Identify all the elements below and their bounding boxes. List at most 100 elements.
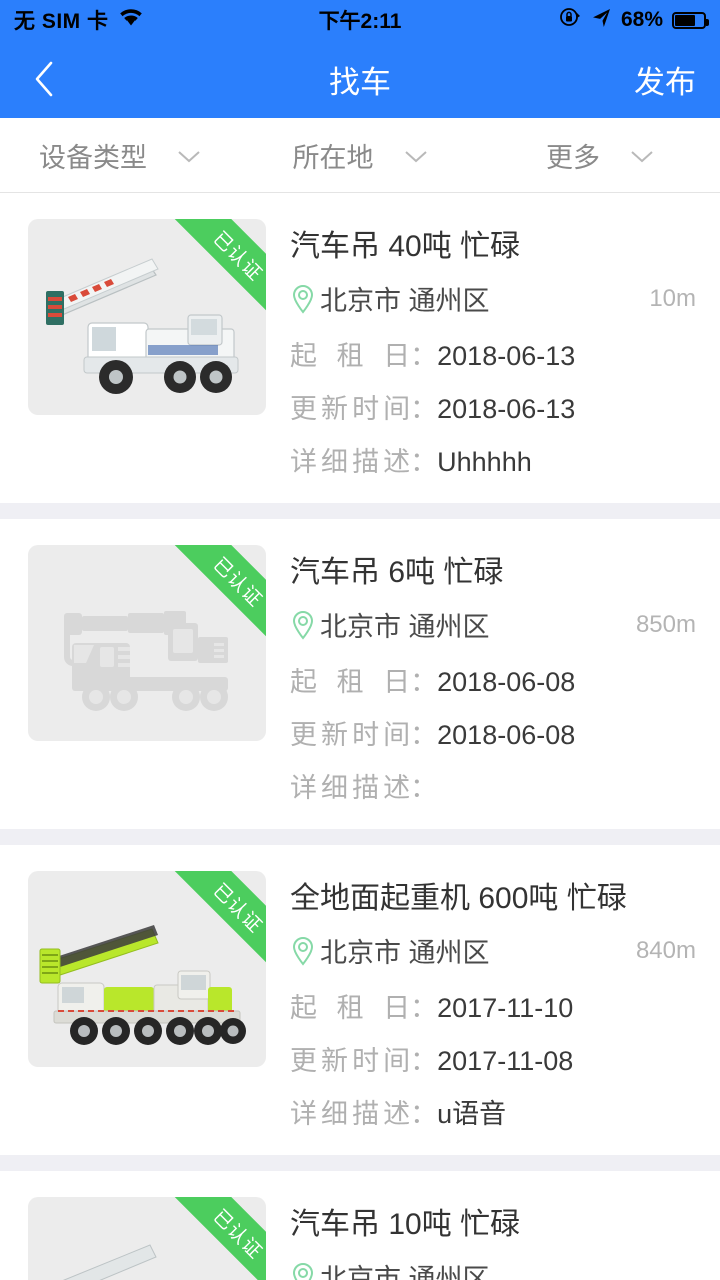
listing-card[interactable]: 已认证 汽车吊 10吨 忙碌 北京市 通州区 <box>0 1171 720 1280</box>
rotation-lock-icon <box>559 6 581 34</box>
certified-badge-label: 已认证 <box>208 879 266 938</box>
listing-start-date-row: 起 租 日：2018-06-13 <box>290 334 696 373</box>
thumbnail-container: 已认证 <box>28 871 266 1131</box>
status-bar-right: 68% <box>559 6 709 34</box>
colon: ： <box>410 341 438 371</box>
location-pin-icon <box>292 936 314 966</box>
listing-location-row: 北京市 通州区 850m <box>290 605 696 644</box>
update-time-value: 2018-06-13 <box>437 394 576 424</box>
certified-ribbon: 已认证 <box>158 545 266 653</box>
description-label: 详细描述 <box>290 447 411 477</box>
filter-label: 设备类型 <box>39 142 147 173</box>
listing-thumbnail[interactable]: 已认证 <box>28 871 266 1067</box>
listing-thumbnail[interactable]: 已认证 <box>28 545 266 741</box>
listing-location-row: 北京市 通州区 10m <box>290 279 696 318</box>
filter-equipment-type[interactable]: 设备类型 <box>0 136 240 175</box>
listing-distance: 840m <box>635 936 696 964</box>
status-bar-left: 无 SIM 卡 <box>14 5 144 35</box>
location-pin-icon <box>292 284 314 314</box>
back-button[interactable] <box>24 59 64 99</box>
status-bar: 无 SIM 卡 下午2:11 68% <box>0 0 720 40</box>
filter-label: 所在地 <box>292 142 374 173</box>
description-label: 详细描述 <box>290 773 411 803</box>
listing-description-row: 详细描述：u语音 <box>290 1092 696 1131</box>
colon: ： <box>410 773 438 803</box>
listing-start-date-row: 起 租 日：2017-11-10 <box>290 986 696 1025</box>
listing-update-time-row: 更新时间：2018-06-08 <box>290 713 696 752</box>
carrier-label: 无 SIM 卡 <box>14 10 109 33</box>
update-time-label: 更新时间 <box>290 1046 411 1076</box>
colon: ： <box>410 720 438 750</box>
location-pin-icon <box>292 610 314 640</box>
certified-ribbon: 已认证 <box>158 219 266 327</box>
listing-start-date-row: 起 租 日：2018-06-08 <box>290 660 696 699</box>
listing-card[interactable]: 已认证 汽车吊 40吨 忙碌 北京市 通州区 10m 起 租 日：2018-06 <box>0 193 720 503</box>
start-date-value: 2018-06-13 <box>437 341 576 371</box>
listing-title: 全地面起重机 600吨 忙碌 <box>290 882 627 915</box>
colon: ： <box>410 667 438 697</box>
start-date-value: 2018-06-08 <box>437 667 576 697</box>
description-label: 详细描述 <box>290 1099 411 1129</box>
listing-title: 汽车吊 10吨 忙碌 <box>290 1208 521 1241</box>
page-title: 找车 <box>329 64 391 100</box>
certified-badge-label: 已认证 <box>208 1205 266 1264</box>
location-arrow-icon <box>590 6 612 34</box>
listing-location-row: 北京市 通州区 840m <box>290 931 696 970</box>
thumbnail-container: 已认证 <box>28 545 266 805</box>
listing-update-time-row: 更新时间：2018-06-13 <box>290 387 696 426</box>
listing-distance: 850m <box>635 610 696 638</box>
listing-location: 北京市 通州区 <box>320 938 490 968</box>
start-date-label: 起 租 日 <box>290 993 411 1023</box>
update-time-value: 2018-06-08 <box>437 720 576 750</box>
chevron-down-icon <box>177 140 201 171</box>
listing-info: 汽车吊 6吨 忙碌 北京市 通州区 850m 起 租 日：2018-06-08 … <box>290 545 696 805</box>
colon: ： <box>410 993 438 1023</box>
listing-card[interactable]: 已认证 汽车吊 6吨 忙碌 北京市 通州区 850m 起 租 日：2018-06 <box>0 519 720 829</box>
listing-description-row: 详细描述： <box>290 766 696 805</box>
update-time-label: 更新时间 <box>290 720 411 750</box>
publish-button[interactable]: 发布 <box>634 57 696 102</box>
listing-distance: 10m <box>649 284 696 312</box>
navigation-bar: 找车 发布 <box>0 40 720 118</box>
listing-info: 全地面起重机 600吨 忙碌 北京市 通州区 840m 起 租 日：2017-1… <box>290 871 696 1131</box>
colon: ： <box>410 447 438 477</box>
filter-bar: 设备类型 所在地 更多 <box>0 118 720 193</box>
listing-description-row: 详细描述：Uhhhhh <box>290 440 696 479</box>
update-time-value: 2017-11-08 <box>437 1046 574 1076</box>
certified-badge-label: 已认证 <box>208 227 266 286</box>
colon: ： <box>410 1099 438 1129</box>
location-pin-icon <box>292 1262 314 1280</box>
description-value: u语音 <box>437 1099 507 1129</box>
listing-title: 汽车吊 6吨 忙碌 <box>290 556 504 589</box>
colon: ： <box>410 394 438 424</box>
thumbnail-container: 已认证 <box>28 1197 266 1280</box>
listing-card[interactable]: 已认证 全地面起重机 600吨 忙碌 北京市 通州区 840m 起 租 日：20 <box>0 845 720 1155</box>
filter-more[interactable]: 更多 <box>480 136 720 175</box>
listing-thumbnail[interactable]: 已认证 <box>28 219 266 415</box>
certified-ribbon: 已认证 <box>158 1197 266 1280</box>
certified-ribbon: 已认证 <box>158 871 266 979</box>
listing-info: 汽车吊 10吨 忙碌 北京市 通州区 <box>290 1197 696 1280</box>
chevron-down-icon <box>630 140 654 171</box>
listing-list[interactable]: 已认证 汽车吊 40吨 忙碌 北京市 通州区 10m 起 租 日：2018-06 <box>0 193 720 1280</box>
description-value: Uhhhhh <box>437 447 532 477</box>
filter-label: 更多 <box>546 142 600 173</box>
filter-location[interactable]: 所在地 <box>240 136 480 175</box>
start-date-value: 2017-11-10 <box>437 993 574 1023</box>
app-root: 无 SIM 卡 下午2:11 68% 找车 发布 设备类型 所在地 更多 已认证… <box>0 0 720 1280</box>
listing-update-time-row: 更新时间：2017-11-08 <box>290 1039 696 1078</box>
certified-badge-label: 已认证 <box>208 553 266 612</box>
thumbnail-container: 已认证 <box>28 219 266 479</box>
battery-percent-label: 68% <box>620 8 663 31</box>
chevron-left-icon <box>35 61 53 97</box>
wifi-icon <box>118 7 144 33</box>
start-date-label: 起 租 日 <box>290 341 411 371</box>
listing-location: 北京市 通州区 <box>320 612 490 642</box>
listing-location: 北京市 通州区 <box>320 1264 490 1280</box>
start-date-label: 起 租 日 <box>290 667 411 697</box>
listing-info: 汽车吊 40吨 忙碌 北京市 通州区 10m 起 租 日：2018-06-13 … <box>290 219 696 479</box>
listing-location: 北京市 通州区 <box>320 286 490 316</box>
update-time-label: 更新时间 <box>290 394 411 424</box>
listing-thumbnail[interactable]: 已认证 <box>28 1197 266 1280</box>
listing-location-row: 北京市 通州区 <box>290 1257 696 1280</box>
